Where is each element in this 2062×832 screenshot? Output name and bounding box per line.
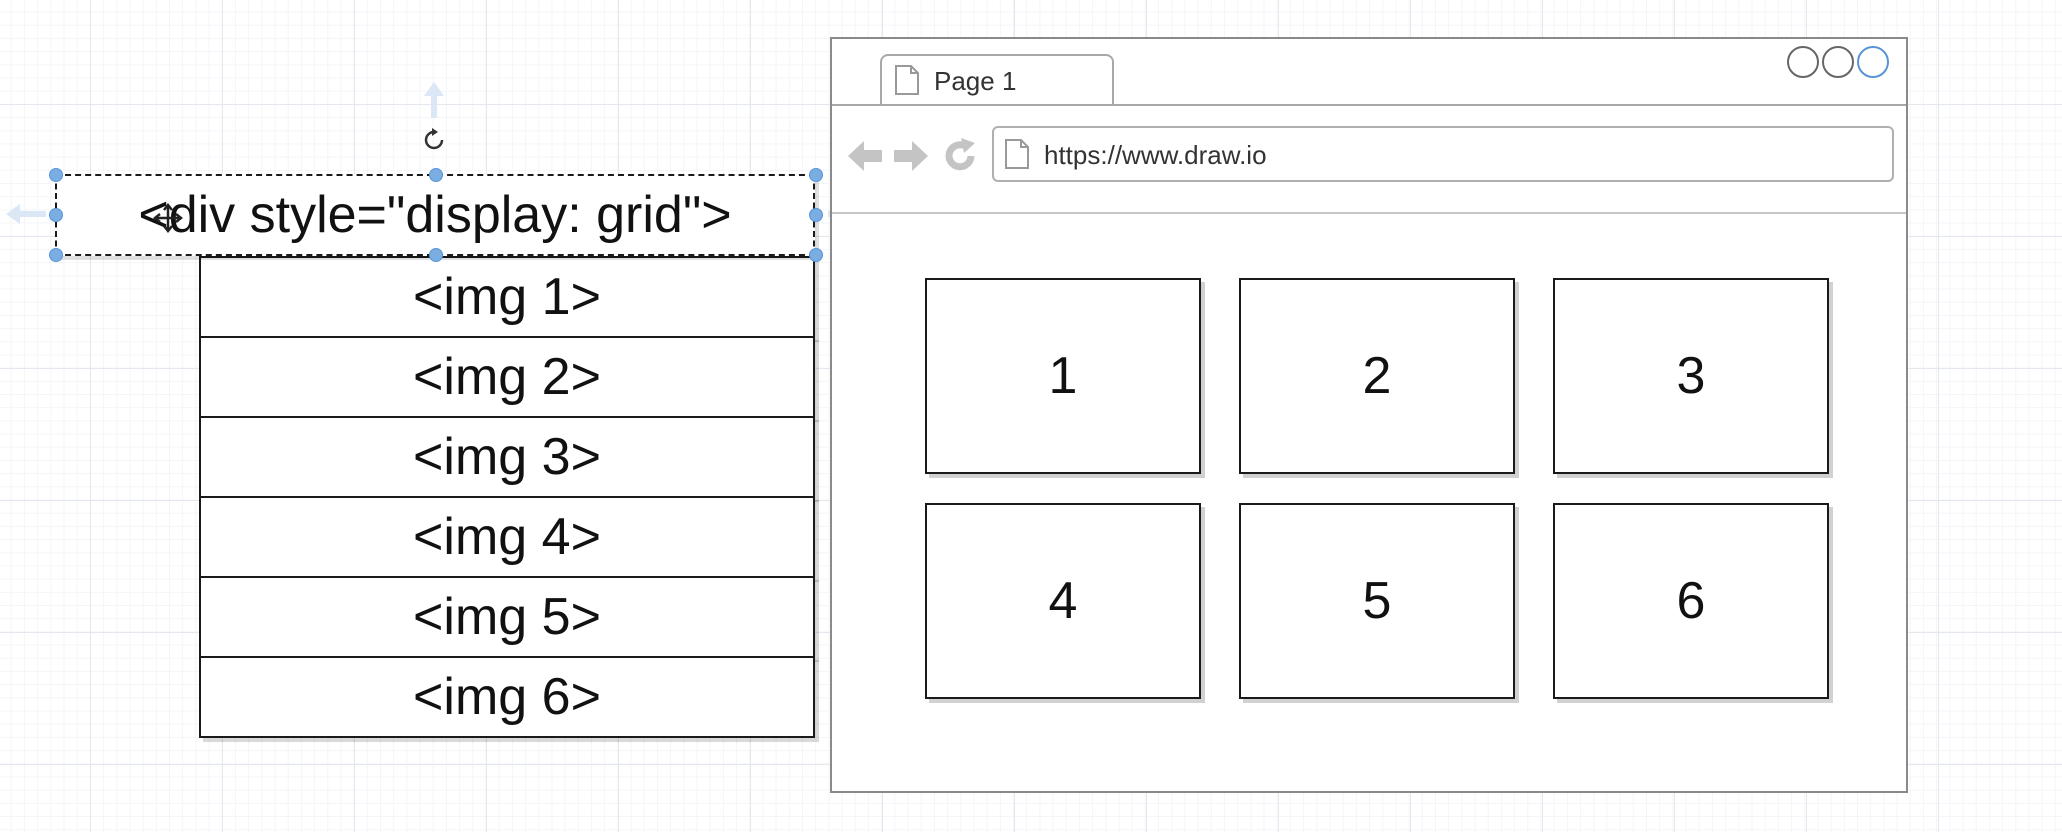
browser-window: Page 1 https://www.draw.io 1 2 3 4 5 6 bbox=[830, 37, 1908, 793]
grid-cell-label: 5 bbox=[1362, 572, 1392, 630]
move-cursor-icon bbox=[152, 202, 184, 234]
img-cell-label: <img 4> bbox=[413, 508, 601, 566]
img-cell-label: <img 1> bbox=[413, 268, 601, 326]
browser-tab[interactable]: Page 1 bbox=[880, 54, 1114, 106]
resize-handle-se[interactable] bbox=[809, 248, 823, 262]
tab-divider bbox=[832, 104, 1906, 106]
window-button-2[interactable] bbox=[1822, 46, 1854, 78]
grid-cell-4[interactable]: 4 bbox=[925, 503, 1201, 699]
img-cell-2[interactable]: <img 2> bbox=[199, 336, 815, 418]
reload-icon[interactable] bbox=[942, 137, 978, 175]
resize-handle-nw[interactable] bbox=[49, 168, 63, 182]
document-icon bbox=[1005, 139, 1029, 169]
url-text: https://www.draw.io bbox=[1044, 140, 1267, 170]
document-icon bbox=[895, 65, 919, 95]
img-cell-3[interactable]: <img 3> bbox=[199, 416, 815, 498]
address-bar[interactable]: https://www.draw.io bbox=[992, 126, 1894, 182]
img-cell-label: <img 6> bbox=[413, 668, 601, 726]
grid-cell-3[interactable]: 3 bbox=[1553, 278, 1829, 474]
img-cell-6[interactable]: <img 6> bbox=[199, 656, 815, 738]
resize-handle-ne[interactable] bbox=[809, 168, 823, 182]
resize-handle-s[interactable] bbox=[429, 248, 443, 262]
img-cell-label: <img 5> bbox=[413, 588, 601, 646]
grid-cell-6[interactable]: 6 bbox=[1553, 503, 1829, 699]
toolbar-divider bbox=[832, 212, 1906, 214]
grid-cell-label: 6 bbox=[1676, 572, 1706, 630]
grid-cell-label: 2 bbox=[1362, 347, 1392, 405]
arrow-right-icon[interactable] bbox=[892, 139, 930, 173]
grid-cell-5[interactable]: 5 bbox=[1239, 503, 1515, 699]
img-cell-4[interactable]: <img 4> bbox=[199, 496, 815, 578]
resize-handle-w[interactable] bbox=[49, 208, 63, 222]
img-cell-label: <img 2> bbox=[413, 348, 601, 406]
grid-cell-label: 3 bbox=[1676, 347, 1706, 405]
rotate-icon[interactable] bbox=[420, 126, 448, 154]
resize-handle-sw[interactable] bbox=[49, 248, 63, 262]
resize-handle-e[interactable] bbox=[809, 208, 823, 222]
arrow-up-hint-icon[interactable] bbox=[422, 80, 446, 120]
tab-label: Page 1 bbox=[934, 66, 1017, 96]
resize-handle-n[interactable] bbox=[429, 168, 443, 182]
grid-cell-2[interactable]: 2 bbox=[1239, 278, 1515, 474]
grid-container-label: <div style="display: grid"> bbox=[138, 186, 732, 244]
img-cell-1[interactable]: <img 1> bbox=[199, 256, 815, 338]
arrow-left-hint-icon[interactable] bbox=[4, 202, 48, 226]
window-button-3[interactable] bbox=[1857, 46, 1889, 78]
grid-cell-1[interactable]: 1 bbox=[925, 278, 1201, 474]
window-button-1[interactable] bbox=[1787, 46, 1819, 78]
img-cell-5[interactable]: <img 5> bbox=[199, 576, 815, 658]
grid-cell-label: 1 bbox=[1048, 347, 1078, 405]
img-cell-label: <img 3> bbox=[413, 428, 601, 486]
grid-cell-label: 4 bbox=[1048, 572, 1078, 630]
arrow-left-icon[interactable] bbox=[846, 139, 884, 173]
